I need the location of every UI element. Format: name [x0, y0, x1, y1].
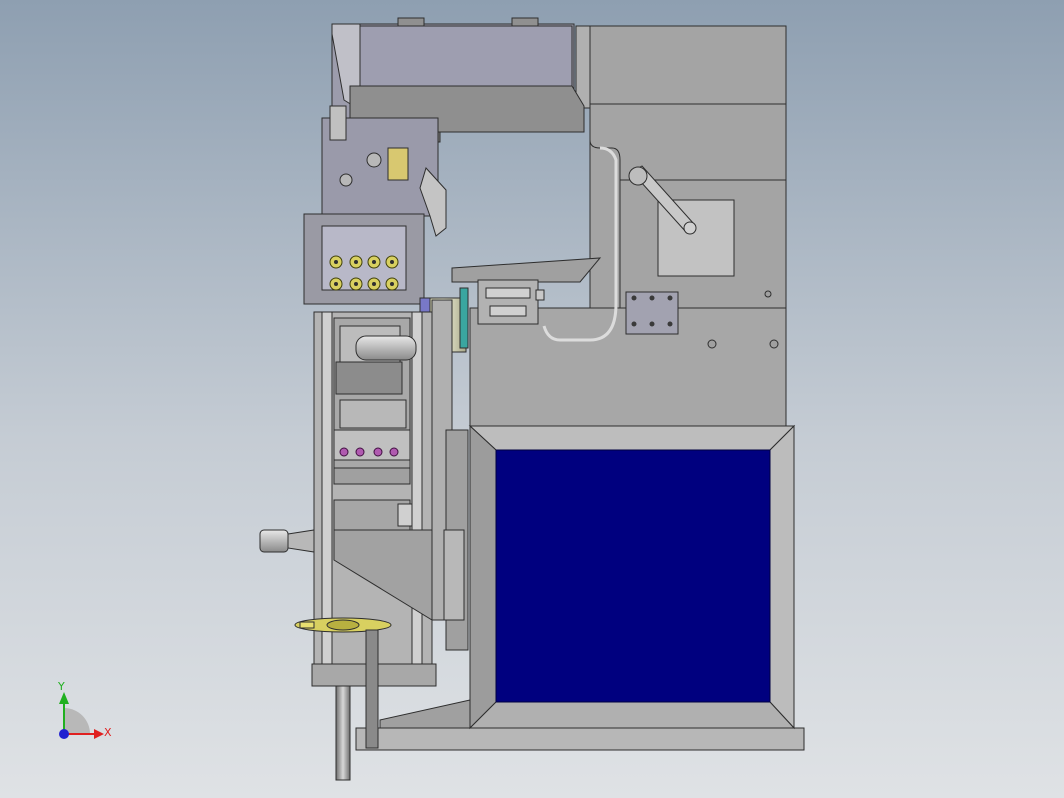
base-plate [355, 727, 805, 751]
cabinet-frame-right [769, 424, 795, 730]
adjust-knob[interactable] [259, 529, 289, 553]
coordinate-triad: Y X [57, 680, 112, 739]
cabinet-frame-bottom [468, 701, 796, 729]
cabinet-frame-top [468, 425, 796, 451]
base-brace [379, 699, 471, 729]
cad-viewport[interactable]: Y X [0, 0, 1064, 798]
machine-model[interactable]: Y X [0, 0, 1064, 798]
triad-x-label: X [104, 726, 112, 739]
triad-y-label: Y [57, 680, 65, 693]
cabinet-frame-left [469, 424, 497, 730]
blue-panel [495, 449, 771, 703]
pad-tray [451, 257, 602, 283]
brass-fitting [387, 147, 409, 181]
